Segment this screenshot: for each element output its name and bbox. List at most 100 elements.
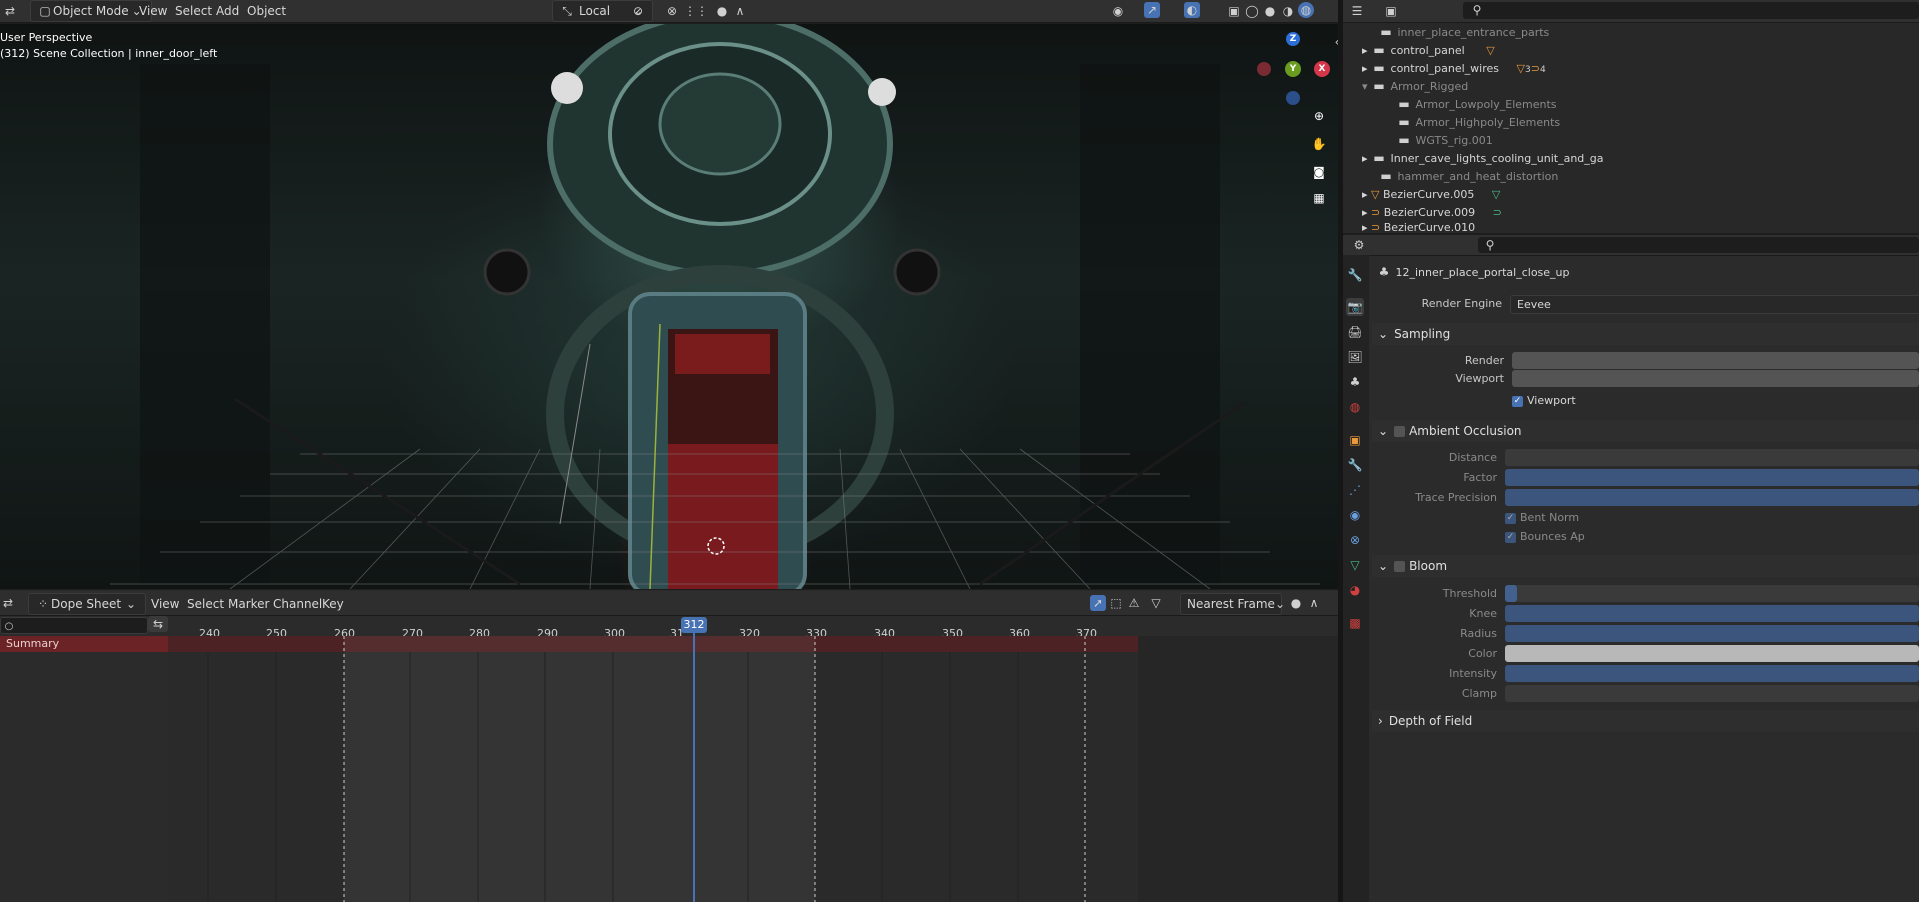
only-selected-icon[interactable]: ➚ xyxy=(1090,595,1106,611)
outliner-row[interactable]: ▸ ⊃ BezierCurve.010 xyxy=(1362,222,1475,233)
wireframe-shading-icon[interactable]: ◯ xyxy=(1244,3,1260,19)
outliner-row[interactable]: ▸ ⊃ BezierCurve.009 ⊃ xyxy=(1362,204,1502,222)
outliner-row[interactable]: ▸ ▽ BezierCurve.005 ▽ xyxy=(1362,186,1500,204)
current-frame-indicator[interactable]: 312 xyxy=(681,617,707,633)
gizmo-neg-z-axis[interactable] xyxy=(1286,91,1300,105)
dof-panel-header[interactable]: › Depth of Field xyxy=(1372,710,1919,732)
gizmo-y-axis[interactable]: Y xyxy=(1285,61,1301,77)
render-samples-field[interactable] xyxy=(1512,352,1919,369)
falloff-icon[interactable]: ∧ xyxy=(1306,595,1322,611)
ao-panel-header[interactable]: ⌄ Ambient Occlusion xyxy=(1372,420,1919,442)
outliner-row[interactable]: ▾ ▬ Armor_Rigged xyxy=(1362,78,1468,96)
snap-icon[interactable]: ⊗ xyxy=(664,3,680,19)
expand-arrow-icon[interactable]: ▾ xyxy=(1362,80,1368,93)
ortho-grid-icon[interactable]: ▦ xyxy=(1311,190,1327,206)
bloom-radius-slider[interactable] xyxy=(1505,625,1919,642)
expand-arrow-icon[interactable]: ▸ xyxy=(1362,188,1368,201)
dof-title: Depth of Field xyxy=(1388,714,1473,728)
render-samples-label: Render xyxy=(1464,354,1504,367)
bloom-clamp-field[interactable] xyxy=(1505,685,1919,702)
tool-tab-icon[interactable]: 🔧 xyxy=(1346,266,1364,284)
gizmo-z-axis[interactable]: Z xyxy=(1286,32,1300,46)
expand-arrow-icon[interactable]: ▸ xyxy=(1362,62,1368,75)
3d-viewport[interactable]: User Perspective (312) Scene Collection … xyxy=(0,24,1342,589)
editor-type-icon[interactable]: ⇄ xyxy=(2,3,18,19)
outliner-row[interactable]: ▸ ▬ Inner_cave_lights_cooling_unit_and_g… xyxy=(1362,150,1604,168)
outliner-row[interactable]: ▬ Armor_Highpoly_Elements xyxy=(1396,114,1560,132)
pivot-icon[interactable]: ⊘ xyxy=(630,3,646,19)
outliner-row[interactable]: ▬ WGTS_rig.001 xyxy=(1396,132,1492,150)
zoom-icon[interactable]: ⊕ xyxy=(1311,108,1327,124)
sampling-panel-header[interactable]: ⌄ Sampling xyxy=(1372,323,1919,345)
snap-target-icon[interactable]: ⋮⋮ xyxy=(684,3,708,19)
expand-arrow-icon[interactable]: ▸ xyxy=(1362,206,1368,219)
swap-icon[interactable]: ⇆ xyxy=(148,616,168,632)
overlay-toggle-icon[interactable]: ◐ xyxy=(1184,2,1200,18)
constraints-tab-icon[interactable]: ⊗ xyxy=(1346,531,1364,549)
outliner-row[interactable]: ▬ inner_place_entrance_parts xyxy=(1378,24,1549,42)
scene-tab-icon[interactable]: ♣ xyxy=(1346,373,1364,391)
gizmo-neg-x-axis[interactable] xyxy=(1257,62,1271,76)
material-shading-icon[interactable]: ◑ xyxy=(1280,3,1296,19)
camera-view-icon[interactable]: ◙ xyxy=(1311,164,1327,180)
expand-arrow-icon[interactable]: ▸ xyxy=(1362,222,1368,233)
summary-channel[interactable]: Summary xyxy=(0,636,168,652)
material-tab-icon[interactable]: ◕ xyxy=(1346,581,1364,599)
ao-enable-checkbox[interactable] xyxy=(1394,426,1406,437)
dope-sheet-mode-dropdown[interactable]: ⁘ Dope Sheet ⌄ xyxy=(28,593,146,615)
ao-factor-slider[interactable] xyxy=(1505,469,1919,486)
particles-tab-icon[interactable]: ⋰ xyxy=(1346,481,1364,499)
rendered-shading-icon[interactable]: ◍ xyxy=(1298,2,1314,18)
ao-distance-field[interactable] xyxy=(1505,449,1919,466)
object-tab-icon[interactable]: ▣ xyxy=(1346,431,1364,449)
dope-menu-key[interactable]: Key xyxy=(314,597,352,611)
world-tab-icon[interactable]: ◍ xyxy=(1346,398,1364,416)
bounces-approx-checkbox[interactable]: ✓ Bounces Ap xyxy=(1505,530,1585,543)
ao-trace-precision-slider[interactable] xyxy=(1505,489,1919,506)
channel-search-input[interactable]: ○ xyxy=(0,617,148,634)
menu-object[interactable]: Object xyxy=(239,4,294,18)
viewport-samples-field[interactable] xyxy=(1512,370,1919,387)
solid-shading-icon[interactable]: ● xyxy=(1262,3,1278,19)
outliner-row[interactable]: ▬ hammer_and_heat_distortion xyxy=(1378,168,1558,186)
expand-arrow-icon[interactable]: ▸ xyxy=(1362,152,1368,165)
bent-normals-checkbox[interactable]: ✓ Bent Norm xyxy=(1505,511,1579,524)
render-tab-icon[interactable]: 📷 xyxy=(1346,298,1364,316)
gizmo-x-axis[interactable]: X xyxy=(1314,61,1330,77)
data-tab-icon[interactable]: ▽ xyxy=(1346,556,1364,574)
expand-arrow-icon[interactable]: ▸ xyxy=(1362,44,1368,57)
outliner-search-input[interactable]: ⚲ xyxy=(1463,2,1919,19)
bloom-enable-checkbox[interactable] xyxy=(1394,561,1406,572)
outliner-row[interactable]: ▸ ▬ control_panel ▽ xyxy=(1362,42,1495,60)
gizmo-toggle-icon[interactable]: ↗ xyxy=(1144,2,1160,18)
output-tab-icon[interactable]: 🖨 xyxy=(1346,323,1364,341)
only-errors-icon[interactable]: ⚠ xyxy=(1126,595,1142,611)
viewport-denoise-checkbox[interactable]: ✓ Viewport xyxy=(1512,394,1576,407)
view-layer-tab-icon[interactable]: 🖼 xyxy=(1346,348,1364,366)
bloom-panel-header[interactable]: ⌄ Bloom xyxy=(1372,555,1919,577)
modifier-tab-icon[interactable]: 🔧 xyxy=(1346,456,1364,474)
editor-type-icon[interactable]: ⇄ xyxy=(0,595,16,611)
properties-editor-icon[interactable]: ⚙ xyxy=(1351,237,1367,253)
bloom-intensity-slider[interactable] xyxy=(1505,665,1919,682)
bloom-knee-slider[interactable] xyxy=(1505,605,1919,622)
visibility-icon[interactable]: ◉ xyxy=(1110,3,1126,19)
properties-search-input[interactable]: ⚲ xyxy=(1478,237,1919,253)
falloff-icon[interactable]: ∧ xyxy=(732,3,748,19)
proportional-edit-icon[interactable]: ● xyxy=(714,3,730,19)
outliner-row[interactable]: ▬ Armor_Lowpoly_Elements xyxy=(1396,96,1556,114)
snap-mode-dropdown[interactable]: Nearest Frame ⌄ xyxy=(1180,593,1285,615)
physics-tab-icon[interactable]: ◉ xyxy=(1346,506,1364,524)
pan-hand-icon[interactable]: ✋ xyxy=(1311,136,1327,152)
outliner-editor-icon[interactable]: ☰ xyxy=(1349,3,1365,19)
xray-icon[interactable]: ▣ xyxy=(1226,3,1242,19)
show-hidden-icon[interactable]: ⬚ xyxy=(1108,595,1124,611)
texture-tab-icon[interactable]: ▩ xyxy=(1346,614,1364,632)
render-engine-dropdown[interactable]: Eevee xyxy=(1510,295,1919,314)
display-mode-icon[interactable]: ▣ xyxy=(1383,3,1399,19)
bloom-threshold-slider[interactable] xyxy=(1505,585,1919,602)
outliner-row[interactable]: ▸ ▬ control_panel_wires ▽3⊃4 xyxy=(1362,60,1546,78)
bloom-color-swatch[interactable] xyxy=(1505,645,1919,662)
proportional-edit-icon[interactable]: ● xyxy=(1288,595,1304,611)
filter-icon[interactable]: ▽ xyxy=(1148,595,1164,611)
